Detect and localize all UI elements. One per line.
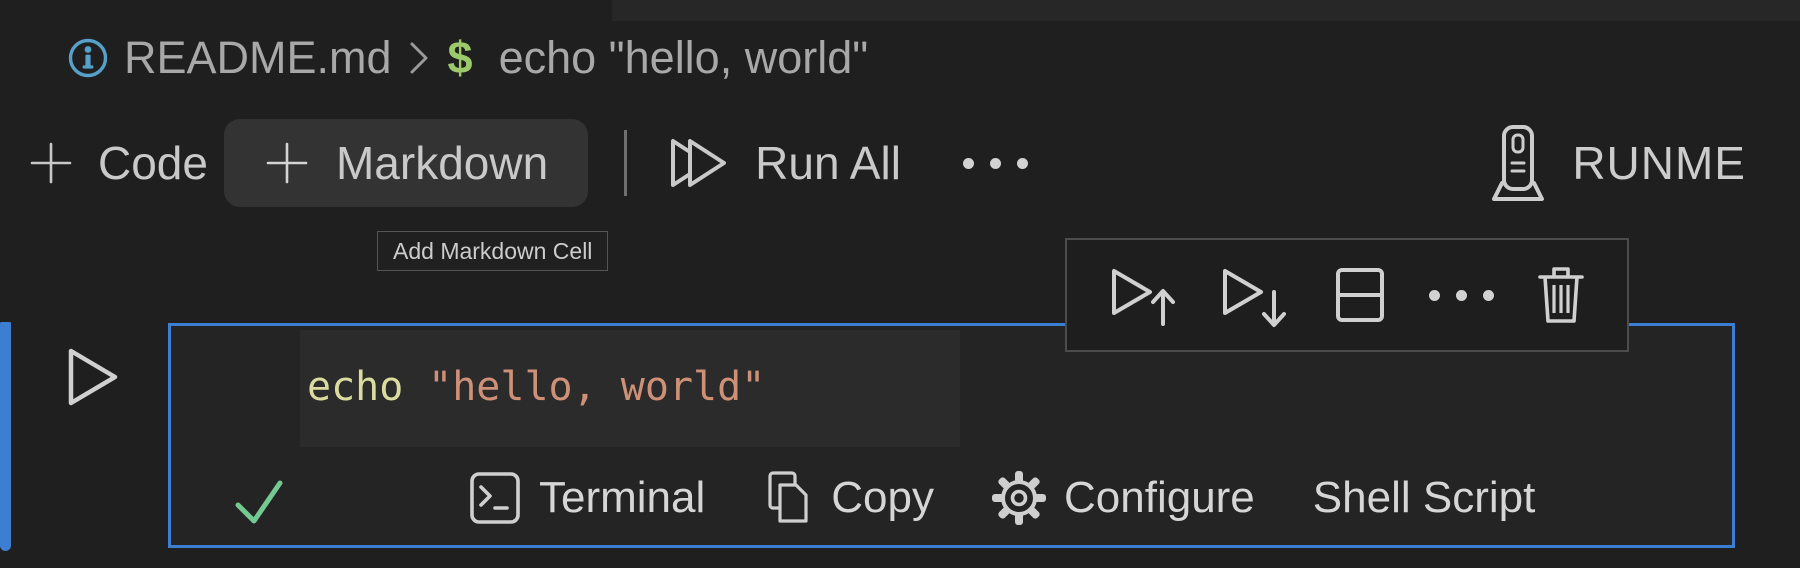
- run-all-icon: [665, 134, 733, 192]
- runme-logo-icon: [1488, 123, 1548, 203]
- info-icon: [66, 36, 110, 80]
- gear-icon: [992, 471, 1046, 525]
- runme-notebook-editor: README.md $ echo "hello, world" Code Mar…: [0, 0, 1800, 568]
- ellipsis-icon: [1429, 289, 1494, 301]
- split-cell-button[interactable]: [1330, 264, 1390, 326]
- notebook-toolbar: Code Markdown Run All RUNME: [0, 116, 1800, 210]
- more-actions-button[interactable]: [962, 157, 1028, 169]
- code-string-token: "hello, world": [428, 364, 766, 410]
- cell-status-bar: Terminal Copy Configure Shell Script: [469, 462, 1535, 534]
- run-all-button[interactable]: Run All: [665, 134, 901, 192]
- play-icon: [68, 348, 118, 406]
- breadcrumb: README.md $ echo "hello, world": [66, 30, 868, 86]
- ellipsis-icon: [962, 157, 1028, 169]
- copy-label: Copy: [831, 473, 934, 522]
- kernel-selector-button[interactable]: RUNME: [1482, 122, 1752, 204]
- cell-code-editor[interactable]: echo "hello, world": [307, 358, 765, 416]
- kernel-label: RUNME: [1572, 137, 1746, 189]
- plus-icon: [264, 140, 310, 186]
- language-selector[interactable]: Shell Script: [1313, 473, 1536, 523]
- terminal-button[interactable]: Terminal: [469, 470, 705, 526]
- plus-icon: [28, 140, 74, 186]
- copy-button[interactable]: Copy: [763, 469, 934, 527]
- breadcrumb-command[interactable]: echo "hello, world": [499, 32, 869, 84]
- split-cell-icon: [1335, 268, 1384, 322]
- code-command-token: echo: [307, 364, 404, 410]
- run-cell-button[interactable]: [64, 344, 122, 410]
- more-cell-actions-button[interactable]: [1429, 289, 1494, 301]
- language-label: Shell Script: [1312, 473, 1536, 522]
- cell-toolbar: [1065, 238, 1629, 352]
- chevron-right-icon: [406, 37, 432, 79]
- success-check-icon: [231, 476, 287, 528]
- add-code-label: Code: [98, 137, 208, 189]
- delete-cell-button[interactable]: [1534, 264, 1588, 326]
- configure-label: Configure: [1064, 473, 1255, 522]
- terminal-label: Terminal: [539, 473, 706, 522]
- copy-icon: [763, 469, 813, 527]
- play-up-icon: [1111, 269, 1179, 328]
- configure-button[interactable]: Configure: [992, 471, 1255, 525]
- execute-above-button[interactable]: [1107, 262, 1179, 328]
- tab-bar-strip: [612, 0, 1800, 21]
- toolbar-separator: [624, 130, 628, 196]
- code-cell[interactable]: echo "hello, world" Terminal Copy Config…: [168, 323, 1735, 548]
- execute-below-button[interactable]: [1218, 262, 1290, 328]
- add-markdown-label: Markdown: [335, 137, 549, 189]
- breadcrumb-file[interactable]: README.md: [124, 32, 392, 84]
- add-code-button[interactable]: Code: [28, 136, 208, 190]
- breadcrumb-shell-symbol: $: [447, 32, 473, 83]
- cell-focus-indicator[interactable]: [0, 322, 11, 551]
- tooltip-add-markdown-cell: Add Markdown Cell: [377, 231, 609, 271]
- trash-icon: [1537, 267, 1584, 323]
- add-markdown-button[interactable]: Markdown: [223, 119, 589, 207]
- terminal-icon: [469, 470, 521, 526]
- play-down-icon: [1223, 269, 1290, 328]
- run-all-label: Run All: [755, 137, 901, 189]
